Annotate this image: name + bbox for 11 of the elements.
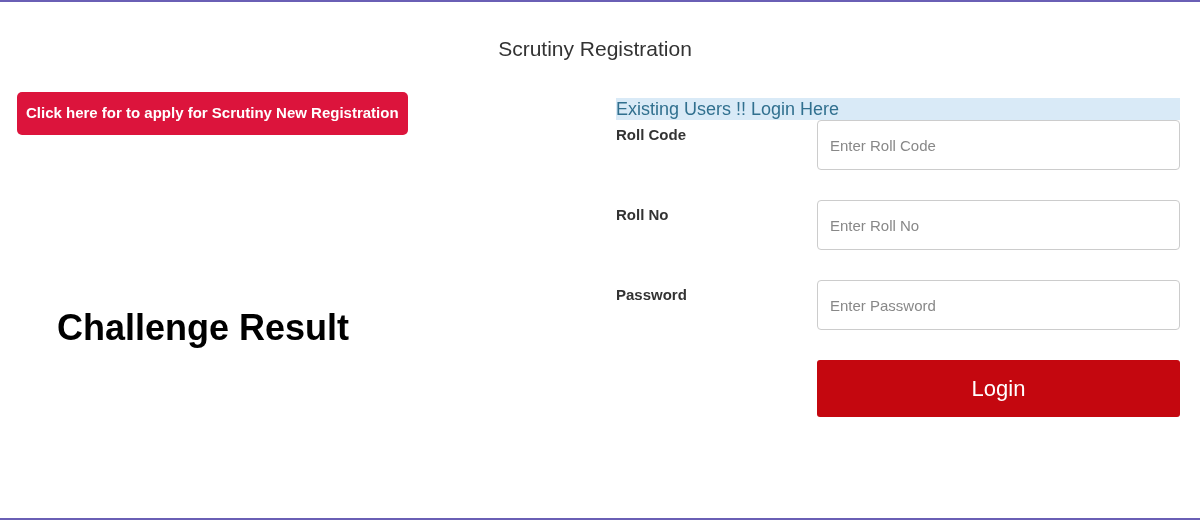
field-label: Roll No bbox=[616, 205, 670, 226]
input-field[interactable]: Enter Password bbox=[817, 280, 1180, 331]
field-label: Roll Code bbox=[616, 125, 687, 146]
login-heading: Existing Users !! Login Here bbox=[616, 98, 1180, 121]
new-registration-button[interactable]: Click here for to apply for Scrutiny New Registration bbox=[17, 92, 408, 135]
field-label: Password bbox=[616, 285, 688, 306]
input-field[interactable]: Enter Roll No bbox=[817, 200, 1180, 251]
input-field[interactable]: Enter Roll Code bbox=[817, 120, 1180, 171]
challenge-heading: Challenge Result bbox=[57, 305, 350, 350]
login-button[interactable]: Login bbox=[817, 360, 1180, 418]
page-title: Scrutiny Registration bbox=[498, 37, 692, 60]
